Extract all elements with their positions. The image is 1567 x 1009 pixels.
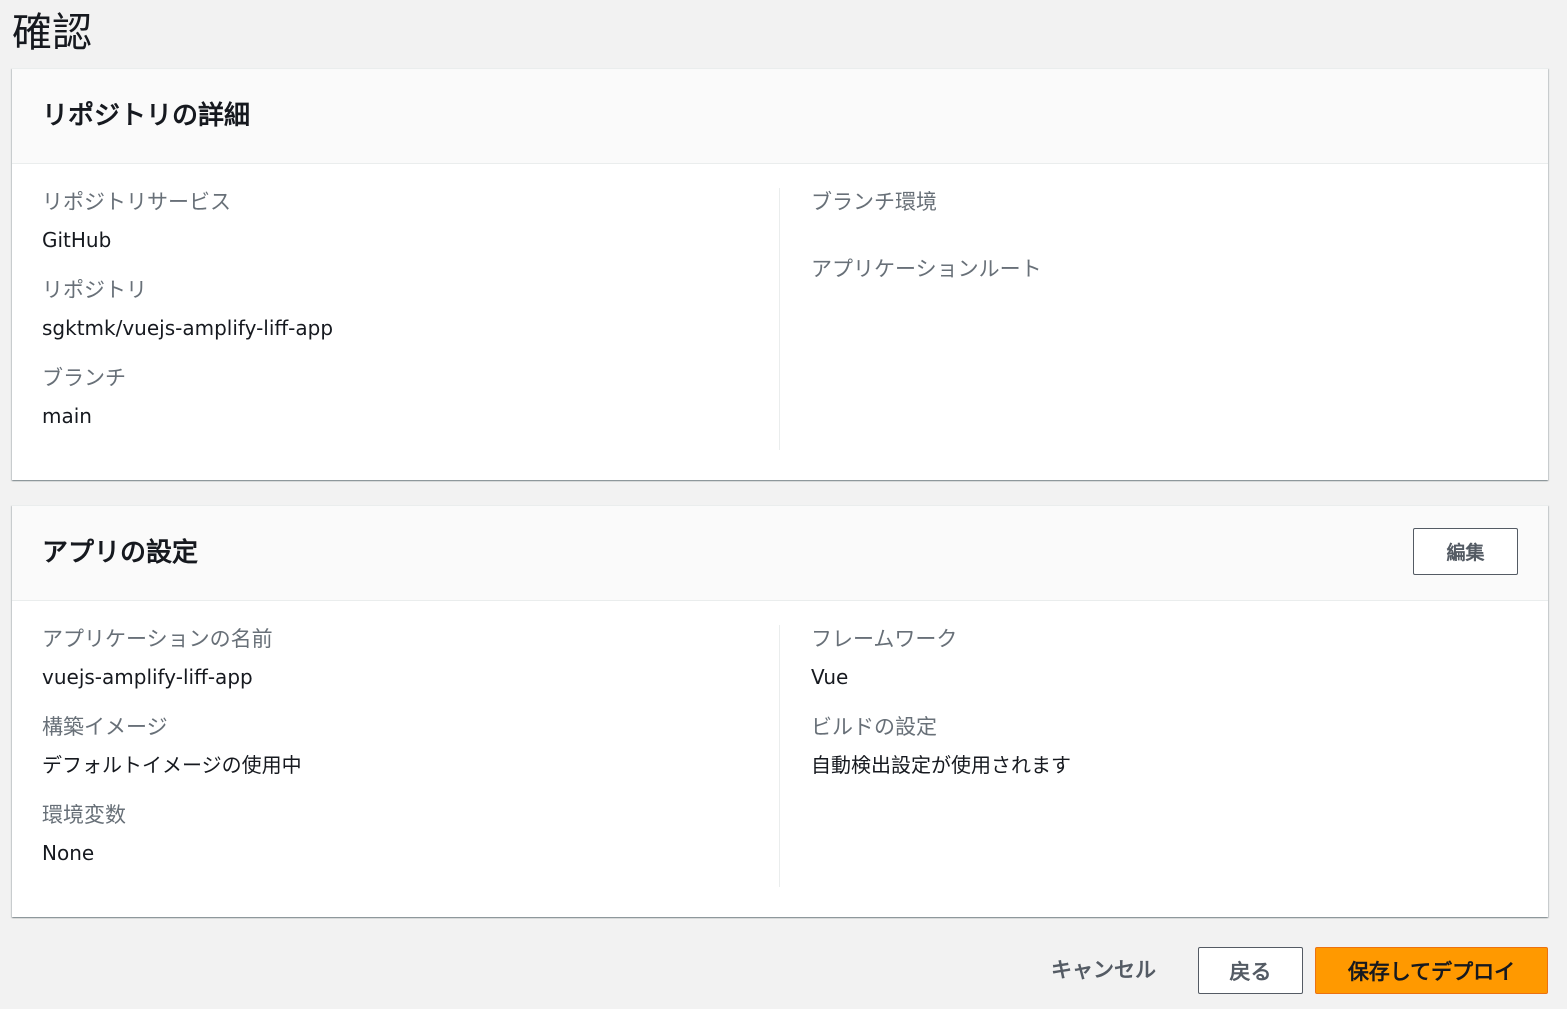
repository-details-right-column: ブランチ環境 アプリケーションルート [811, 188, 1511, 283]
field-value: 自動検出設定が使用されます [811, 753, 1071, 777]
field-value: Vue [811, 665, 849, 689]
field-label: フレームワーク [811, 627, 958, 651]
edit-button[interactable]: 編集 [1413, 528, 1518, 575]
field-label: リポジトリサービス [42, 190, 231, 214]
page-title: 確認 [12, 10, 92, 56]
field-value: main [42, 404, 92, 428]
footer-actions: キャンセル 戻る 保存してデプロイ [948, 947, 1548, 994]
framework-field: フレームワーク Vue [811, 625, 1511, 691]
repository-field: リポジトリ sgktmk/vuejs-amplify-liff-app [42, 276, 778, 342]
application-name-field: アプリケーションの名前 vuejs-amplify-liff-app [42, 625, 778, 691]
app-settings-panel: アプリの設定 編集 アプリケーションの名前 vuejs-amplify-liff… [12, 505, 1548, 917]
app-settings-heading: アプリの設定 [42, 538, 199, 568]
field-value: sgktmk/vuejs-amplify-liff-app [42, 316, 334, 340]
field-label: 環境変数 [42, 803, 126, 827]
environment-variables-field: 環境変数 None [42, 801, 778, 867]
field-label: ビルドの設定 [811, 715, 937, 739]
app-settings-left-column: アプリケーションの名前 vuejs-amplify-liff-app 構築イメー… [42, 625, 778, 867]
repository-details-heading: リポジトリの詳細 [42, 101, 251, 131]
field-value: デフォルトイメージの使用中 [42, 753, 302, 777]
field-label: リポジトリ [42, 278, 147, 302]
repository-service-field: リポジトリサービス GitHub [42, 188, 778, 254]
branch-environment-field: ブランチ環境 [811, 188, 1511, 216]
field-label: ブランチ環境 [811, 190, 937, 214]
branch-field: ブランチ main [42, 364, 778, 430]
field-value: None [42, 841, 95, 865]
panel-body: リポジトリサービス GitHub リポジトリ sgktmk/vuejs-ampl… [12, 164, 1548, 480]
repository-details-left-column: リポジトリサービス GitHub リポジトリ sgktmk/vuejs-ampl… [42, 188, 778, 430]
panel-header: リポジトリの詳細 [12, 69, 1548, 164]
build-image-field: 構築イメージ デフォルトイメージの使用中 [42, 713, 778, 779]
field-value: GitHub [42, 228, 112, 252]
save-and-deploy-button[interactable]: 保存してデプロイ [1315, 947, 1548, 994]
application-root-field: アプリケーションルート [811, 255, 1511, 283]
field-label: アプリケーションルート [811, 257, 1042, 281]
app-settings-right-column: フレームワーク Vue ビルドの設定 自動検出設定が使用されます [811, 625, 1511, 779]
column-divider [779, 625, 780, 887]
field-label: アプリケーションの名前 [42, 627, 273, 651]
panel-header: アプリの設定 編集 [12, 506, 1548, 601]
panel-body: アプリケーションの名前 vuejs-amplify-liff-app 構築イメー… [12, 601, 1548, 917]
repository-details-panel: リポジトリの詳細 リポジトリサービス GitHub リポジトリ sgktmk/v… [12, 68, 1548, 480]
field-label: 構築イメージ [42, 715, 168, 739]
column-divider [779, 188, 780, 450]
field-label: ブランチ [42, 366, 126, 390]
cancel-button[interactable]: キャンセル [1051, 947, 1156, 994]
build-settings-field: ビルドの設定 自動検出設定が使用されます [811, 713, 1511, 779]
back-button[interactable]: 戻る [1198, 947, 1303, 994]
field-value: vuejs-amplify-liff-app [42, 665, 253, 689]
